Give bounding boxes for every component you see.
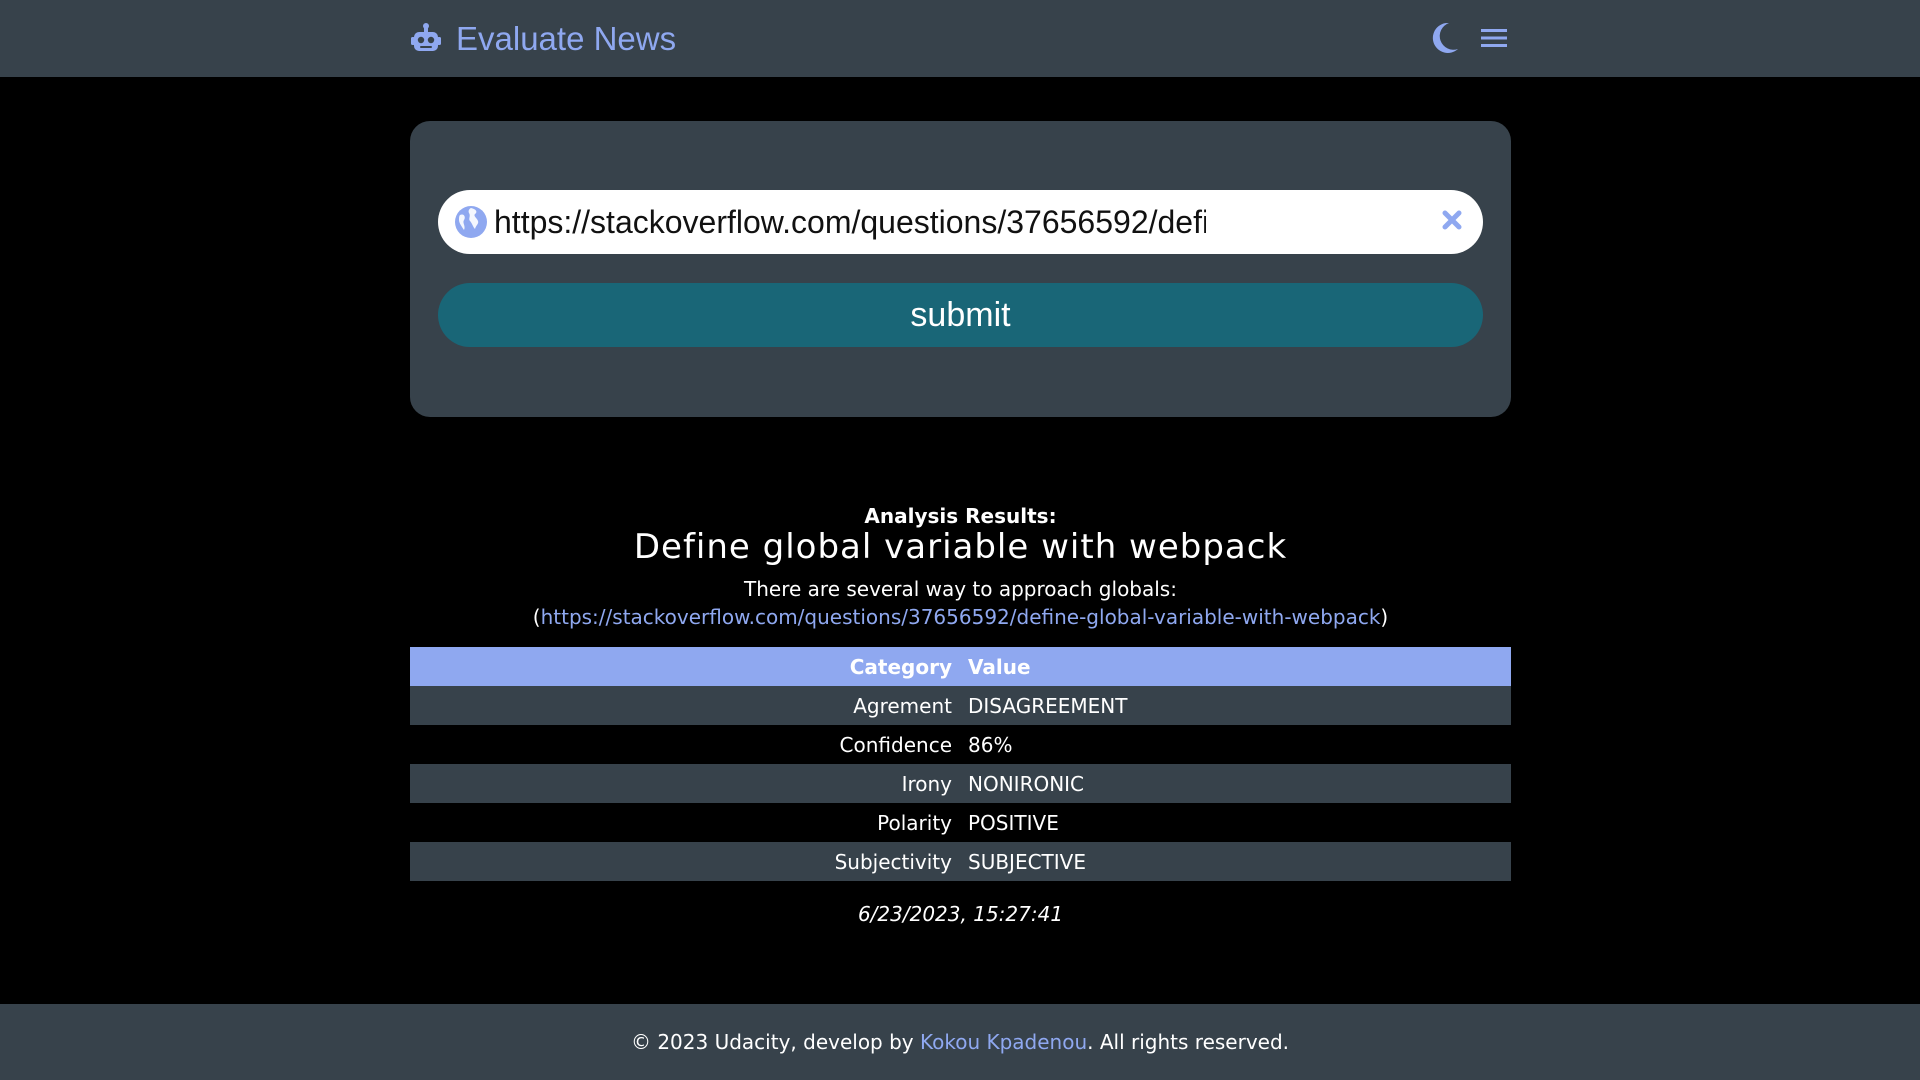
url-field	[438, 190, 1483, 254]
url-form-card: submit	[410, 121, 1511, 417]
row-category: Subjectivity	[410, 842, 960, 881]
hamburger-menu-icon[interactable]	[1481, 27, 1507, 49]
row-value: 86%	[960, 725, 1511, 764]
brand-title: Evaluate News	[456, 20, 677, 57]
header-category: Category	[410, 647, 960, 686]
submit-button[interactable]: submit	[438, 283, 1483, 347]
author-link[interactable]: Kokou Kpadenou	[920, 1030, 1087, 1054]
link-open-paren: (	[532, 605, 541, 629]
row-value: POSITIVE	[960, 803, 1511, 842]
footer-rights: . All rights reserved.	[1087, 1030, 1290, 1054]
top-nav-bar: Evaluate News	[0, 0, 1920, 77]
table-row: Agrement DISAGREEMENT	[410, 686, 1511, 725]
moon-icon[interactable]	[1431, 22, 1459, 54]
analysis-timestamp: 6/23/2023, 15:27:41	[857, 902, 1064, 926]
row-category: Irony	[410, 764, 960, 803]
analysis-table: Category Value Agrement DISAGREEMENT Con…	[410, 647, 1511, 881]
article-link-line: (https://stackoverflow.com/questions/376…	[410, 603, 1511, 631]
row-category: Confidence	[410, 725, 960, 764]
footer: © 2023 Udacity, develop by Kokou Kpadeno…	[0, 1004, 1920, 1080]
article-link[interactable]: https://stackoverflow.com/questions/3765…	[541, 605, 1381, 629]
brand[interactable]: Evaluate News	[410, 19, 676, 59]
table-row: Confidence 86%	[410, 725, 1511, 764]
url-input[interactable]	[494, 198, 1206, 246]
analysis-results: Analysis Results: Define global variable…	[410, 500, 1511, 631]
table-header-row: Category Value	[410, 647, 1511, 686]
link-close-paren: )	[1380, 605, 1389, 629]
table-row: Irony NONIRONIC	[410, 764, 1511, 803]
article-summary: There are several way to approach global…	[744, 577, 1177, 601]
row-value: SUBJECTIVE	[960, 842, 1511, 881]
row-category: Polarity	[410, 803, 960, 842]
row-value: NONIRONIC	[960, 764, 1511, 803]
robot-icon	[411, 23, 441, 51]
row-value: DISAGREEMENT	[960, 686, 1511, 725]
table-row: Subjectivity SUBJECTIVE	[410, 842, 1511, 881]
row-category: Agrement	[410, 686, 960, 725]
globe-icon	[455, 206, 487, 238]
table-row: Polarity POSITIVE	[410, 803, 1511, 842]
article-title: Define global variable with webpack	[633, 527, 1288, 567]
header-value: Value	[960, 647, 1511, 686]
close-icon[interactable]	[1441, 209, 1463, 231]
footer-copyright: © 2023 Udacity, develop by	[630, 1030, 920, 1054]
